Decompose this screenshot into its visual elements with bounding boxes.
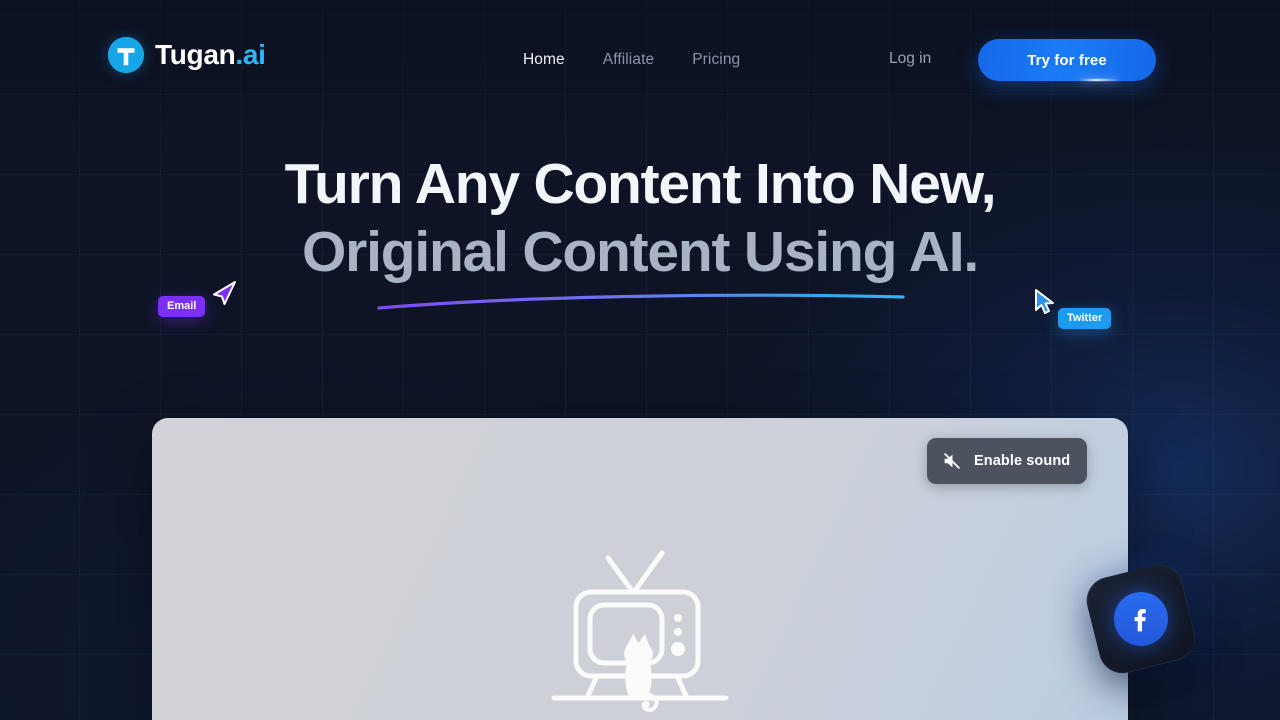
tugan-circle-t-logo-icon — [108, 37, 144, 73]
page-title: Turn Any Content Into New, Original Cont… — [0, 150, 1280, 286]
brand-name-suffix: .ai — [235, 39, 266, 70]
headline-line-2: Original Content Using AI. — [301, 220, 979, 284]
badge-email[interactable]: Email — [158, 296, 206, 317]
hero-section: Turn Any Content Into New, Original Cont… — [0, 150, 1280, 286]
speaker-muted-icon — [941, 450, 963, 472]
nav-item-affiliate[interactable]: Affiliate — [601, 48, 656, 72]
main-navigation: Home Affiliate Pricing — [521, 48, 742, 72]
badge-twitter[interactable]: Twitter — [1058, 308, 1112, 329]
login-link[interactable]: Log in — [889, 50, 931, 68]
enable-sound-button[interactable]: Enable sound — [927, 438, 1088, 484]
headline-line-1: Turn Any Content Into New, — [284, 152, 997, 216]
retro-tv-with-cat-illustration-icon — [551, 550, 729, 712]
brand-name: Tugan.ai — [155, 41, 266, 69]
try-for-free-button[interactable]: Try for free — [978, 39, 1156, 81]
mouse-pointer-cursor-icon — [1035, 289, 1054, 314]
brand-logo[interactable]: Tugan.ai — [108, 37, 266, 73]
headline-underline-swoosh — [377, 293, 905, 310]
facebook-icon — [1114, 592, 1168, 646]
enable-sound-label: Enable sound — [974, 453, 1071, 469]
nav-item-pricing[interactable]: Pricing — [690, 48, 742, 72]
nav-item-home[interactable]: Home — [521, 48, 567, 72]
brand-name-text: Tugan — [155, 39, 236, 70]
landing-page: Tugan.ai Home Affiliate Pricing Log in T… — [0, 0, 1280, 720]
site-header: Tugan.ai Home Affiliate Pricing Log in T… — [0, 0, 1280, 110]
